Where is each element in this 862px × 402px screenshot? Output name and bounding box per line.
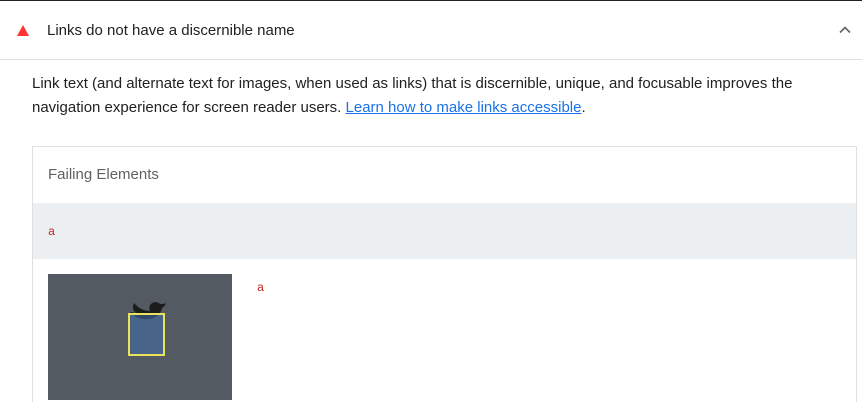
learn-more-link[interactable]: Learn how to make links accessible: [346, 99, 582, 116]
table-row: a: [33, 203, 856, 259]
failing-elements-table: Failing Elements a a: [32, 146, 857, 402]
audit-description: Link text (and alternate text for images…: [32, 72, 832, 120]
description-suffix: .: [581, 99, 586, 116]
chevron-up-icon[interactable]: [838, 23, 852, 37]
audit-header[interactable]: Links do not have a discernible name: [0, 1, 862, 60]
element-snippet: a: [257, 281, 265, 295]
table-row: a: [33, 259, 856, 402]
element-screenshot-thumbnail: [48, 274, 232, 400]
table-header-label: Failing Elements: [48, 166, 159, 183]
audit-item: Links do not have a discernible name Lin…: [0, 0, 862, 402]
warning-triangle-icon: [17, 25, 29, 36]
element-highlight-box: [128, 313, 165, 356]
audit-title: Links do not have a discernible name: [47, 22, 295, 39]
table-header: Failing Elements: [33, 147, 856, 203]
element-selector: a: [48, 225, 56, 239]
